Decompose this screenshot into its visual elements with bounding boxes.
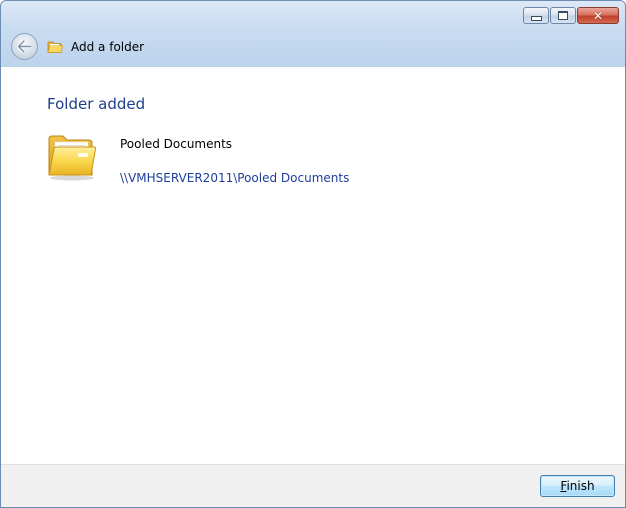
maximize-button[interactable] bbox=[550, 7, 576, 24]
minimize-icon bbox=[530, 15, 542, 21]
caption-buttons: ✕ bbox=[523, 7, 619, 24]
finish-button[interactable]: Finish bbox=[540, 475, 615, 497]
folder-path-link[interactable]: \\VMHSERVER2011\Pooled Documents bbox=[120, 171, 349, 185]
close-icon: ✕ bbox=[592, 8, 604, 23]
finish-label: inish bbox=[566, 479, 595, 493]
back-arrow-icon bbox=[17, 40, 32, 53]
window-title: Add a folder bbox=[71, 40, 145, 54]
folder-name: Pooled Documents bbox=[120, 137, 233, 151]
back-button[interactable] bbox=[11, 33, 38, 60]
page-heading: Folder added bbox=[47, 95, 146, 113]
footer-bar: Finish bbox=[1, 464, 625, 507]
wizard-window: ✕ Add a folder Folder added Pooled Docum… bbox=[0, 0, 626, 508]
close-button[interactable]: ✕ bbox=[577, 7, 619, 24]
title-bar: ✕ Add a folder bbox=[1, 1, 625, 67]
folder-icon bbox=[47, 39, 63, 58]
content-area: Folder added Pooled Documents \\VMHSERVE… bbox=[1, 67, 625, 464]
minimize-button[interactable] bbox=[523, 7, 549, 24]
maximize-icon bbox=[558, 11, 568, 20]
large-folder-icon bbox=[45, 133, 97, 185]
